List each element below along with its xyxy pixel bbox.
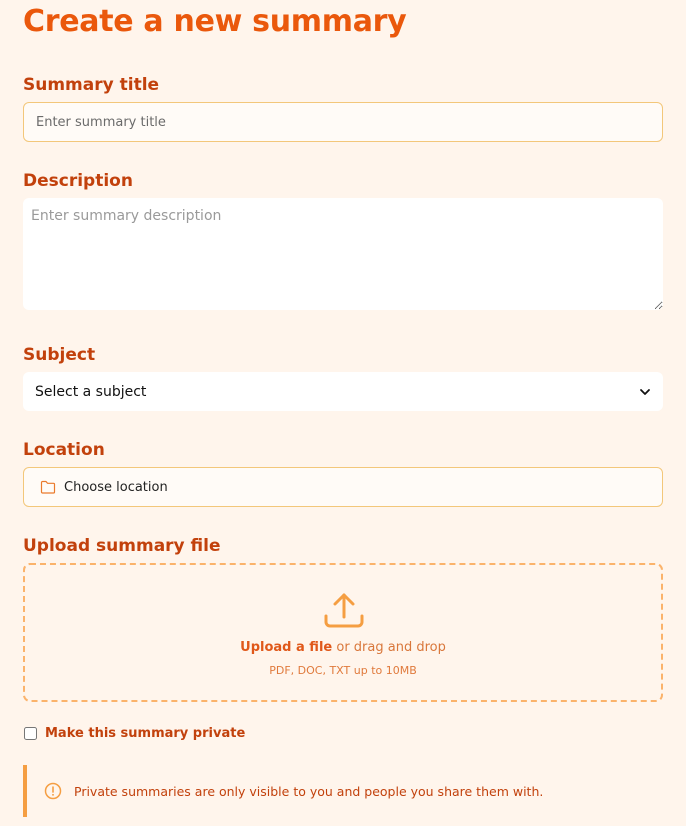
summary-title-input[interactable] (23, 102, 663, 142)
privacy-notice: Private summaries are only visible to yo… (23, 765, 663, 817)
subject-select-value: Select a subject (35, 383, 147, 400)
file-dropzone[interactable]: Upload a file or drag and drop PDF, DOC,… (23, 563, 663, 702)
private-checkbox-row[interactable]: Make this summary private (23, 726, 245, 741)
subject-select[interactable]: Select a subject (23, 372, 663, 411)
file-type-hint: PDF, DOC, TXT up to 10MB (269, 664, 417, 677)
drag-drop-text: or drag and drop (336, 640, 446, 655)
chevron-down-icon (640, 388, 650, 395)
subject-label: Subject (23, 345, 96, 365)
location-label: Location (23, 440, 105, 460)
create-summary-page: Create a new summary Summary title Descr… (0, 0, 686, 826)
private-checkbox[interactable] (24, 727, 37, 740)
description-label: Description (23, 171, 133, 191)
privacy-notice-text: Private summaries are only visible to yo… (74, 783, 544, 799)
folder-icon (40, 480, 56, 494)
summary-title-label: Summary title (23, 75, 160, 95)
upload-file-link[interactable]: Upload a file (240, 640, 332, 655)
upload-icon (324, 593, 364, 628)
description-textarea[interactable] (23, 198, 663, 310)
drop-instructions: Upload a file or drag and drop (25, 640, 661, 655)
location-value: Choose location (64, 479, 168, 495)
location-picker-button[interactable]: Choose location (23, 467, 663, 507)
page-title: Create a new summary (23, 4, 407, 39)
private-checkbox-label: Make this summary private (45, 726, 246, 741)
upload-label: Upload summary file (23, 536, 221, 556)
info-icon (44, 782, 62, 800)
